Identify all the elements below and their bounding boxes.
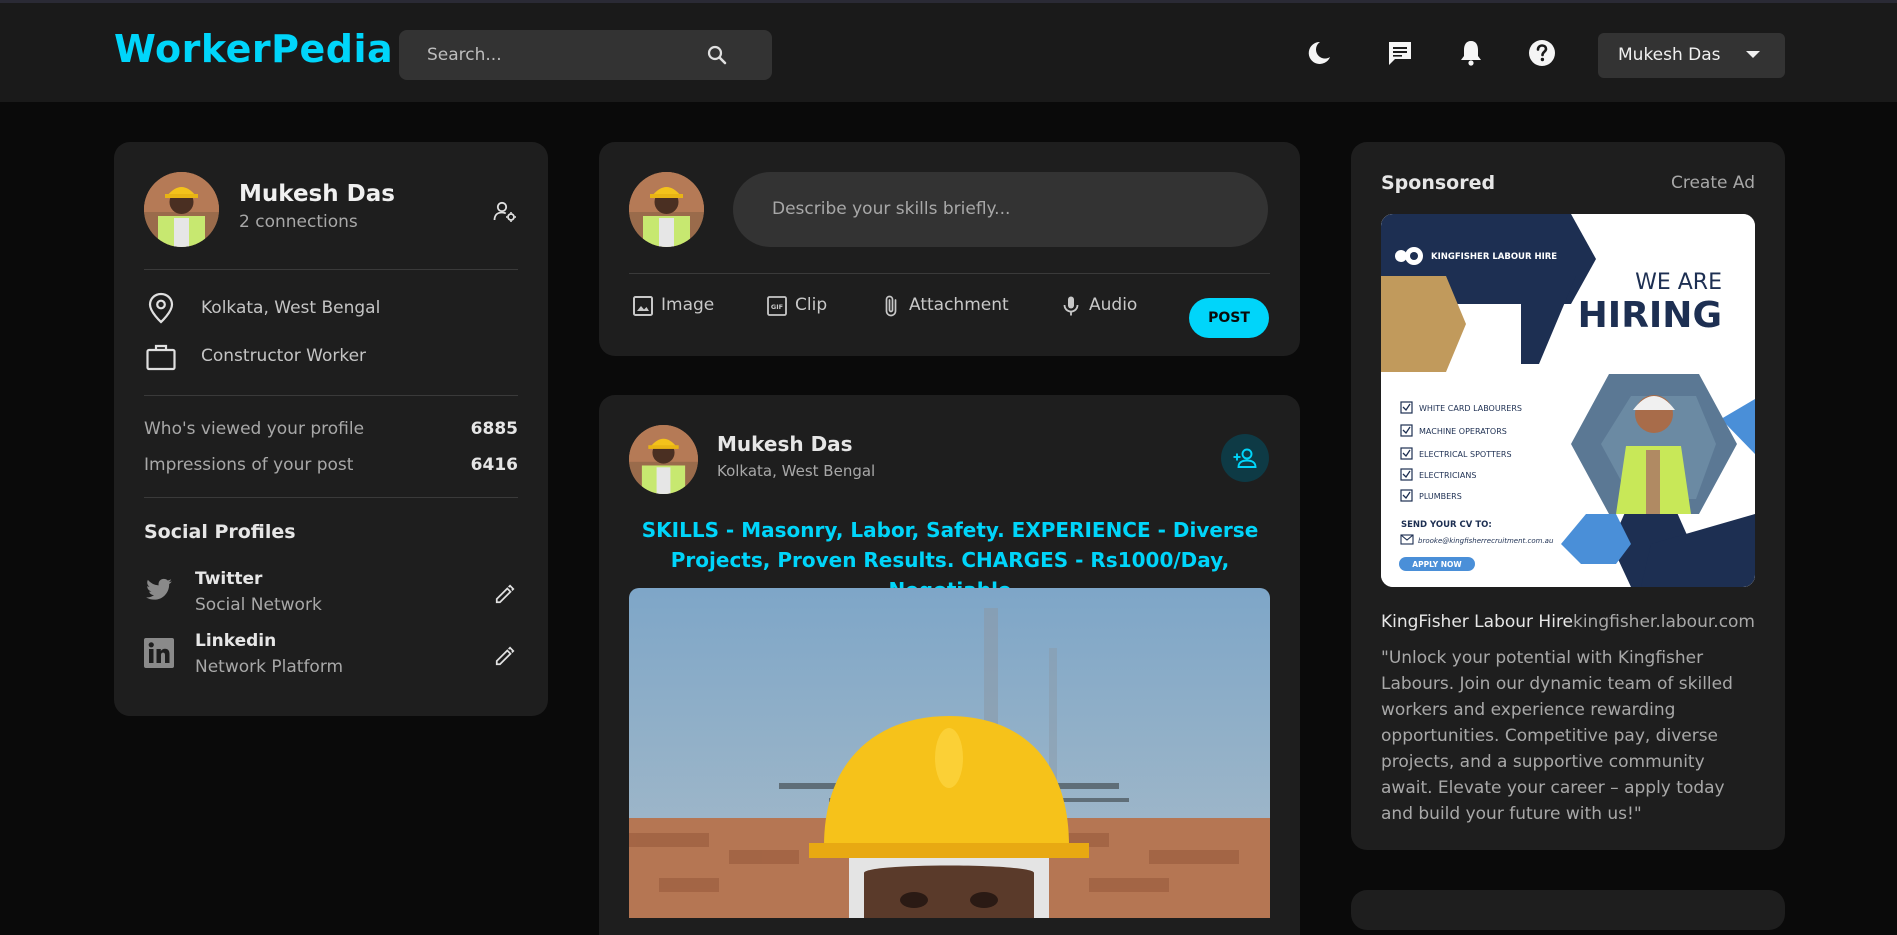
ad-role-text: ELECTRICAL SPOTTERS	[1419, 450, 1512, 459]
profile-location: Kolkata, West Bengal	[201, 298, 381, 318]
post-impressions-label[interactable]: Impressions of your post	[144, 455, 353, 475]
clip-tool-label: Clip	[795, 295, 828, 315]
chevron-down-icon	[1746, 51, 1760, 58]
post-card: Mukesh Das Kolkata, West Bengal SKILLS -…	[599, 395, 1300, 935]
profile-avatar[interactable]	[144, 172, 219, 247]
edit-linkedin-pencil-icon[interactable]	[494, 645, 516, 667]
image-icon	[633, 296, 653, 316]
linkedin-icon	[144, 638, 174, 668]
profile-connections[interactable]: 2 connections	[239, 212, 358, 232]
twitter-icon	[146, 578, 172, 600]
create-ad-link[interactable]: Create Ad	[1671, 173, 1755, 193]
twitter-subtitle: Social Network	[195, 595, 322, 615]
briefcase-icon	[146, 344, 176, 371]
ad-company-name[interactable]: KingFisher Labour Hire	[1381, 612, 1573, 632]
ad-role-item: WHITE CARD LABOURERS	[1400, 401, 1522, 414]
help-icon[interactable]	[1526, 37, 1558, 69]
ad-domain-link[interactable]: kingfisher.labour.com	[1573, 612, 1755, 632]
profile-occupation: Constructor Worker	[201, 346, 367, 366]
messages-icon[interactable]	[1384, 37, 1416, 69]
edit-twitter-pencil-icon[interactable]	[494, 583, 516, 605]
post-image[interactable]	[629, 588, 1270, 918]
divider	[144, 497, 518, 498]
compose-box[interactable]	[733, 172, 1268, 247]
linkedin-subtitle: Network Platform	[195, 657, 344, 677]
ad-brand-text: KINGFISHER LABOUR HIRE	[1431, 252, 1557, 262]
ad-role-text: ELECTRICIANS	[1419, 471, 1476, 480]
gif-icon: GIF	[767, 296, 787, 316]
paperclip-icon	[885, 295, 897, 317]
ad-description: "Unlock your potential with Kingfisher L…	[1381, 648, 1733, 824]
sponsored-ad-banner[interactable]: KINGFISHER LABOUR HIRE WE ARE HIRING WHI…	[1381, 214, 1755, 587]
profile-views-value: 6885	[470, 419, 518, 439]
user-menu-name: Mukesh Das	[1618, 45, 1721, 65]
search-box[interactable]	[399, 30, 772, 80]
hiring-ad-graphic: KINGFISHER LABOUR HIRE WE ARE HIRING WHI…	[1381, 214, 1755, 587]
ad-headline-2: HIRING	[1578, 295, 1722, 336]
worker-photo	[629, 588, 1270, 918]
top-navbar: WorkerPedia Mukesh Das	[0, 0, 1897, 102]
person-add-icon	[1233, 448, 1257, 468]
linkedin-title[interactable]: Linkedin	[195, 631, 276, 651]
user-menu-dropdown[interactable]: Mukesh Das	[1598, 33, 1785, 78]
ad-role-text: WHITE CARD LABOURERS	[1419, 404, 1522, 413]
svg-text:GIF: GIF	[771, 303, 783, 311]
add-friend-button[interactable]	[1221, 434, 1269, 482]
ad-role-text: MACHINE OPERATORS	[1419, 427, 1507, 436]
manage-account-icon[interactable]	[492, 199, 518, 225]
divider	[144, 269, 518, 270]
sponsored-card: Sponsored Create Ad KINGFISHER LABOUR HI…	[1351, 142, 1785, 850]
ad-send-cv-text: SEND YOUR CV TO:	[1401, 520, 1492, 530]
profile-card: Mukesh Das 2 connections Kolkata, West B…	[114, 142, 548, 716]
search-input[interactable]	[427, 43, 687, 67]
compose-input[interactable]	[772, 197, 1222, 221]
post-author-location: Kolkata, West Bengal	[717, 462, 876, 480]
notifications-bell-icon[interactable]	[1455, 37, 1487, 69]
attachment-tool-label: Attachment	[909, 295, 1009, 315]
profile-name[interactable]: Mukesh Das	[239, 181, 395, 207]
next-card-edge	[1351, 890, 1785, 930]
ad-apply-text: APPLY NOW	[1412, 560, 1462, 569]
post-composer-card: Image GIF Clip Attachment Audio POST	[599, 142, 1300, 356]
location-pin-icon	[148, 292, 174, 324]
dark-mode-moon-icon[interactable]	[1303, 37, 1335, 69]
profile-views-label[interactable]: Who's viewed your profile	[144, 419, 364, 439]
post-impressions-value: 6416	[470, 455, 518, 475]
ad-role-item: ELECTRICIANS	[1400, 468, 1476, 481]
ad-headline-1: WE ARE	[1635, 270, 1722, 295]
social-profiles-title: Social Profiles	[144, 521, 296, 543]
divider	[144, 395, 518, 396]
ad-email-text: brooke@kingfisherrecruitment.com.au	[1418, 537, 1554, 545]
search-icon[interactable]	[705, 43, 729, 67]
post-author-avatar[interactable]	[629, 425, 698, 494]
image-tool-label: Image	[661, 295, 715, 315]
sponsored-title: Sponsored	[1381, 172, 1496, 194]
audio-tool-label: Audio	[1089, 295, 1138, 315]
post-button[interactable]: POST	[1189, 298, 1269, 338]
ad-role-text: PLUMBERS	[1419, 492, 1462, 501]
post-author-name[interactable]: Mukesh Das	[717, 432, 853, 456]
divider	[629, 273, 1270, 274]
composer-avatar	[629, 172, 704, 247]
app-logo[interactable]: WorkerPedia	[114, 27, 393, 71]
twitter-title[interactable]: Twitter	[195, 569, 262, 589]
microphone-icon	[1063, 296, 1079, 316]
